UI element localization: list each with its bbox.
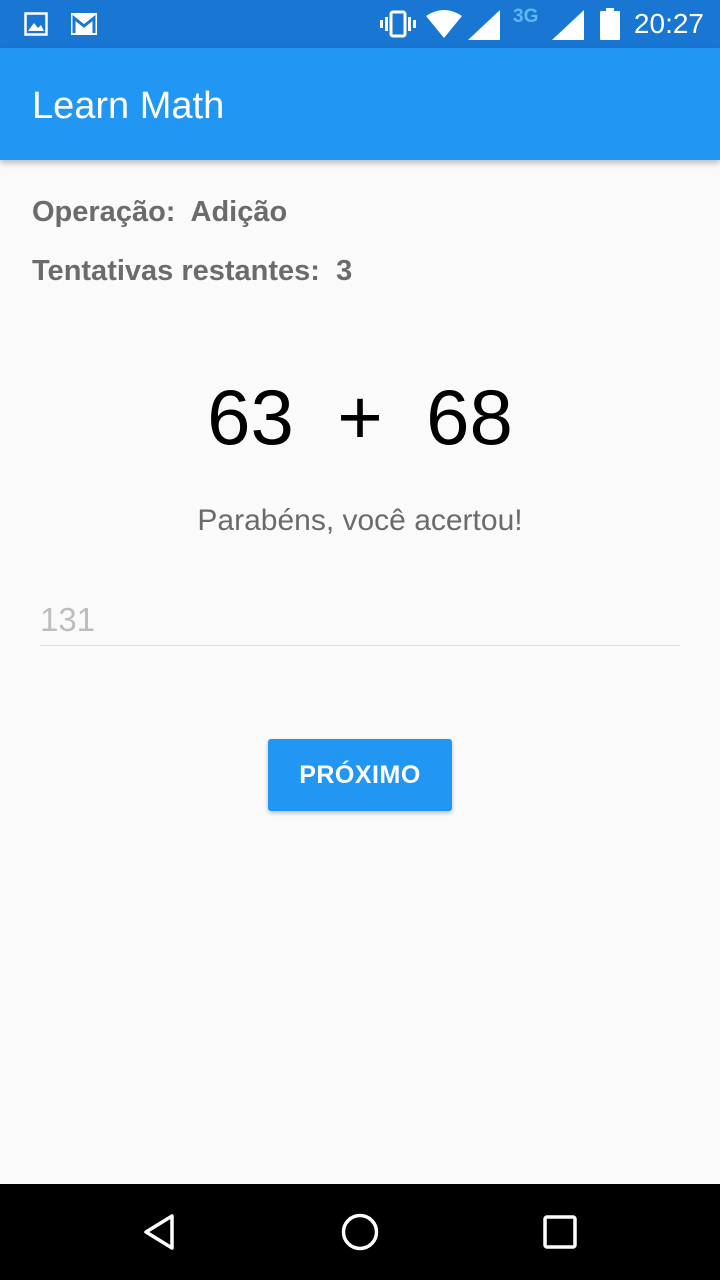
image-notification-icon (24, 12, 48, 36)
operation-value: Adição (190, 196, 288, 228)
wifi-icon (426, 10, 462, 38)
operation-label: Operação: (32, 196, 176, 228)
signal-icon (468, 10, 500, 40)
status-time: 20:27 (633, 8, 704, 39)
attempts-line: Tentativas restantes: 3 (32, 255, 352, 288)
signal-3g-icon (552, 10, 584, 40)
feedback-message: Parabéns, você acertou! (197, 504, 523, 537)
next-button[interactable]: PRÓXIMO (268, 739, 452, 811)
back-icon[interactable] (138, 1210, 182, 1254)
attempts-value: 3 (336, 255, 353, 287)
operand-2: 68 (426, 373, 513, 461)
home-icon[interactable] (338, 1210, 382, 1254)
network-type-label: 3G (513, 6, 539, 27)
recents-icon[interactable] (538, 1210, 582, 1254)
vibrate-icon (380, 10, 416, 38)
attempts-label: Tentativas restantes: (32, 255, 320, 287)
navigation-bar (0, 1184, 720, 1280)
app-bar: Learn Math (0, 48, 720, 160)
equation: 63 + 68 (0, 372, 720, 462)
app-title: Learn Math (32, 85, 225, 127)
answer-input[interactable] (40, 594, 680, 646)
operator: + (337, 373, 383, 461)
gmail-icon (71, 13, 97, 35)
status-bar: 3G 20:27 (0, 0, 720, 48)
operand-1: 63 (207, 373, 294, 461)
operation-line: Operação: Adição (32, 196, 287, 229)
battery-icon (600, 8, 620, 40)
